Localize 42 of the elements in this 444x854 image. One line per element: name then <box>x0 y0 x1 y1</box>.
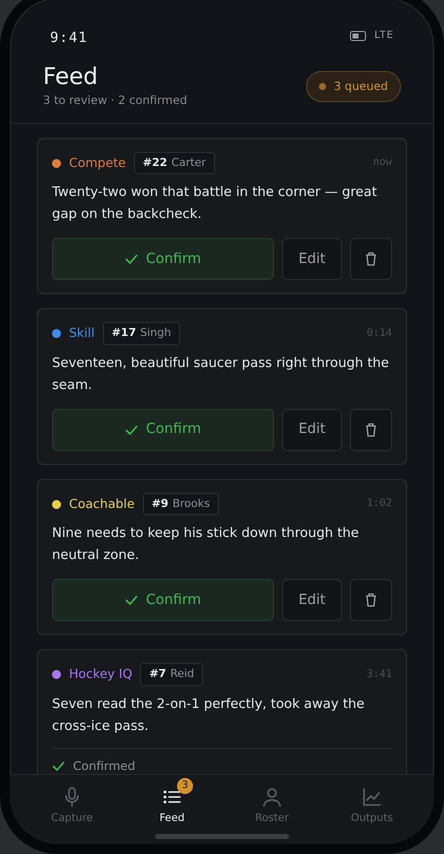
tab-item[interactable]: 3 Feed <box>122 777 222 829</box>
line-chart-icon <box>361 786 383 808</box>
confirmed-status: Confirmed <box>73 758 136 775</box>
edit-button[interactable]: Edit <box>282 238 342 280</box>
clock-time: 9:41 <box>50 29 88 48</box>
queued-badge: 3 queued <box>306 70 401 102</box>
network-label: LTE <box>374 29 394 43</box>
count-badge: 3 <box>177 778 193 794</box>
category-label: Compete <box>69 154 126 172</box>
trash-icon <box>365 252 377 266</box>
delete-button[interactable] <box>350 579 392 622</box>
category-label: Coachable <box>69 494 135 513</box>
note-text: Twenty-two won that battle in the corner — great gap on the backcheck. <box>52 184 378 224</box>
timestamp: 0:14 <box>366 326 392 341</box>
player-tag: #17 Singh <box>102 322 180 345</box>
battery-icon <box>350 30 366 40</box>
timestamp: now <box>373 155 392 170</box>
confirm-button[interactable]: Confirm <box>52 579 274 622</box>
player-tag: #7 Reid <box>140 663 204 686</box>
edit-button[interactable]: Edit <box>282 408 342 451</box>
check-icon <box>124 254 138 264</box>
page-title: Feed <box>43 64 99 92</box>
timestamp: 1:02 <box>366 496 392 512</box>
delete-button[interactable] <box>350 238 392 280</box>
edit-button[interactable]: Edit <box>282 579 342 622</box>
delete-button[interactable] <box>350 408 392 451</box>
check-icon <box>124 424 138 435</box>
note-text: Seven read the 2-on-1 perfectly, took away the cross-ice pass. <box>52 696 366 736</box>
confirm-button[interactable]: Confirm <box>52 238 274 280</box>
trash-icon <box>365 422 377 437</box>
note-text: Nine needs to keep his stick down through the neutral zone. <box>52 525 360 566</box>
category-label: Hockey IQ <box>69 665 132 684</box>
check-icon <box>124 595 138 606</box>
confirm-button[interactable]: Confirm <box>52 408 274 451</box>
player-tag: #22 Carter <box>134 152 215 174</box>
page-subtitle: 3 to review · 2 confirmed <box>43 92 188 109</box>
player-tag: #9 Brooks <box>142 492 219 516</box>
note-text: Seventeen, beautiful saucer pass right through the seam. <box>52 354 390 395</box>
trash-icon <box>365 593 377 608</box>
person-icon <box>261 786 283 808</box>
category-label: Skill <box>69 324 95 342</box>
timestamp: 3:41 <box>366 666 392 682</box>
